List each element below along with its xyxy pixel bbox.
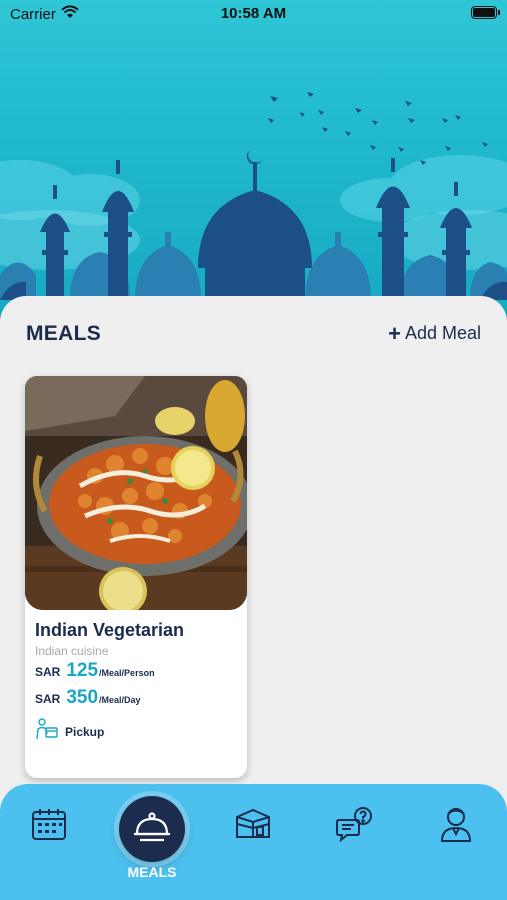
tab-calendar[interactable] — [27, 804, 71, 848]
meal-name: Indian Vegetarian — [35, 620, 185, 640]
calendar-icon — [31, 807, 67, 846]
price-unit: /Meal/Day — [99, 695, 141, 705]
tab-profile[interactable] — [434, 804, 478, 848]
tab-support[interactable] — [333, 804, 377, 848]
plus-icon: + — [388, 320, 401, 346]
status-time: 10:58 AM — [220, 5, 287, 22]
tab-meals-label: MEALS — [127, 864, 177, 880]
pickup-label: Pickup — [65, 724, 105, 739]
delivery-method: Pickup — [35, 718, 104, 745]
tab-umrah[interactable] — [231, 804, 275, 848]
header-banner: Carrier 10:58 AM — [0, 0, 507, 330]
price-per-day: SAR 350 /Meal/Day — [35, 687, 141, 709]
mosque-skyline-illustration — [0, 92, 507, 300]
kaaba-icon — [234, 807, 272, 846]
profile-icon — [439, 805, 473, 848]
meal-cuisine: Indian cuisine — [35, 644, 109, 658]
pickup-icon — [35, 718, 59, 745]
add-meal-button[interactable]: + Add Meal — [388, 320, 481, 346]
add-meal-label: Add Meal — [404, 323, 481, 343]
meal-photo — [25, 376, 247, 610]
tab-meals[interactable] — [119, 796, 185, 862]
price-amount: 350 — [66, 687, 99, 708]
price-per-person: SAR 125 /Meal/Person — [35, 660, 155, 682]
status-bar: Carrier 10:58 AM — [0, 0, 507, 28]
price-unit: /Meal/Person — [99, 668, 155, 678]
battery-icon — [471, 6, 500, 19]
currency-label: SAR — [35, 665, 61, 679]
bottom-tab-bar: MEALS — [0, 784, 507, 900]
meals-cloche-icon — [132, 810, 172, 849]
currency-label: SAR — [35, 692, 61, 706]
page-title: MEALS — [26, 322, 101, 345]
chat-question-icon — [335, 806, 375, 847]
price-amount: 125 — [66, 660, 99, 681]
meal-card[interactable]: Indian Vegetarian Indian cuisine SAR 125… — [25, 376, 247, 778]
